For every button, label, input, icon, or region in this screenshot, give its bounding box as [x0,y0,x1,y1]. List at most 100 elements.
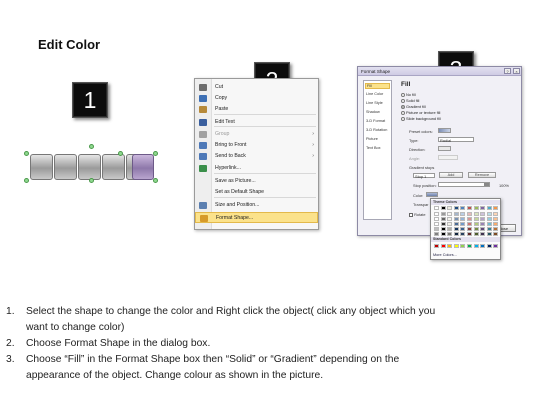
color-swatch[interactable] [434,212,439,216]
standard-color-swatch[interactable] [493,244,499,248]
color-swatch[interactable] [493,232,499,236]
category-picture[interactable]: Picture [366,137,378,141]
color-swatch[interactable] [440,206,446,210]
radio-button[interactable] [401,110,405,115]
menu-item-group[interactable]: Group › [195,129,318,140]
remove-stop-button[interactable]: Remove [468,172,496,178]
shape-segment[interactable] [102,154,125,180]
color-swatch[interactable] [467,222,472,226]
color-swatch[interactable] [493,217,499,221]
color-swatch[interactable] [460,212,466,216]
category-fill[interactable]: Fill [365,83,390,89]
menu-item-copy[interactable]: Copy [195,93,318,104]
color-swatch[interactable] [453,232,459,236]
color-swatch[interactable] [440,227,446,231]
standard-color-swatch[interactable] [473,244,479,248]
color-swatch[interactable] [447,222,453,226]
color-picker-button[interactable] [426,192,438,197]
color-swatch[interactable] [440,212,446,216]
color-swatch[interactable] [467,212,472,216]
category-3-d-rotation[interactable]: 3-D Rotation [366,128,387,132]
color-swatch[interactable] [480,222,486,226]
color-swatch[interactable] [467,217,472,221]
color-swatch[interactable] [473,232,479,236]
color-swatch[interactable] [486,217,492,221]
standard-color-swatch[interactable] [447,244,453,248]
color-swatch[interactable] [467,227,472,231]
selected-shape-segment[interactable] [132,154,154,180]
angle-input[interactable] [438,155,458,160]
type-dropdown[interactable]: Radial [438,137,474,143]
color-swatch[interactable] [460,227,466,231]
help-button[interactable]: ? [504,68,511,74]
direction-dropdown[interactable] [438,146,451,151]
color-swatch[interactable] [447,212,453,216]
color-swatch[interactable] [486,227,492,231]
stop-position-slider[interactable] [438,182,490,187]
menu-item-size-and-position[interactable]: Size and Position... [195,200,318,211]
color-swatch[interactable] [447,206,453,210]
standard-color-swatch[interactable] [486,244,492,248]
radio-button[interactable] [401,104,405,109]
category-text-box[interactable]: Text Box [366,146,381,150]
standard-color-swatch[interactable] [480,244,486,248]
menu-item-format-shape[interactable]: Format Shape... [195,212,318,223]
color-swatch[interactable] [453,212,459,216]
color-swatch[interactable] [480,227,486,231]
radio-button[interactable] [401,92,405,97]
preset-colors-dropdown[interactable] [438,128,451,133]
color-swatch[interactable] [480,212,486,216]
color-swatch[interactable] [480,217,486,221]
category-shadow[interactable]: Shadow [366,110,380,114]
stop-dropdown[interactable]: Stop 1 [413,173,435,179]
close-icon[interactable]: × [513,68,520,74]
color-swatch[interactable] [440,217,446,221]
fill-option-picture-or-texture-fill[interactable]: Picture or texture fill [401,110,440,115]
color-swatch[interactable] [473,212,479,216]
color-swatch[interactable] [453,217,459,221]
menu-item-cut[interactable]: Cut [195,82,318,93]
category-line-color[interactable]: Line Color [366,92,383,96]
menu-item-bring-to-front[interactable]: Bring to Front › [195,140,318,151]
standard-color-swatch[interactable] [440,244,446,248]
color-swatch[interactable] [434,206,439,210]
color-swatch[interactable] [447,232,453,236]
color-swatch[interactable] [493,222,499,226]
adjust-handle[interactable] [24,151,29,156]
color-swatch[interactable] [486,222,492,226]
menu-item-send-to-back[interactable]: Send to Back › [195,151,318,162]
fill-option-slide-background-fill[interactable]: Slide background fill [401,116,441,121]
color-swatch[interactable] [460,217,466,221]
radio-button[interactable] [401,98,405,103]
menu-item-save-as-picture[interactable]: Save as Picture... [195,176,318,187]
fill-option-no-fill[interactable]: No fill [401,92,416,97]
fill-option-gradient-fill[interactable]: Gradient fill [401,104,426,109]
add-stop-button[interactable]: Add [439,172,463,178]
color-swatch[interactable] [480,232,486,236]
adjust-handle[interactable] [24,178,29,183]
color-swatch[interactable] [486,206,492,210]
color-swatch[interactable] [434,217,439,221]
color-swatch[interactable] [460,206,466,210]
shape-segment[interactable] [54,154,77,180]
color-swatch[interactable] [434,232,439,236]
radio-button[interactable] [401,116,405,121]
color-swatch[interactable] [493,206,499,210]
color-swatch[interactable] [467,232,472,236]
color-swatch[interactable] [434,222,439,226]
standard-color-swatch[interactable] [434,244,439,248]
color-swatch[interactable] [473,222,479,226]
shape-strip[interactable] [24,144,158,183]
color-swatch[interactable] [453,222,459,226]
adjust-handle[interactable] [153,178,158,183]
adjust-handle[interactable] [153,151,158,156]
adjust-handle[interactable] [118,151,123,156]
standard-color-swatch[interactable] [467,244,472,248]
shape-segment[interactable] [78,154,101,180]
color-swatch[interactable] [447,227,453,231]
color-swatch[interactable] [447,217,453,221]
color-swatch[interactable] [453,227,459,231]
color-swatch[interactable] [473,227,479,231]
category-3-d-format[interactable]: 3-D Format [366,119,385,123]
color-swatch[interactable] [480,206,486,210]
